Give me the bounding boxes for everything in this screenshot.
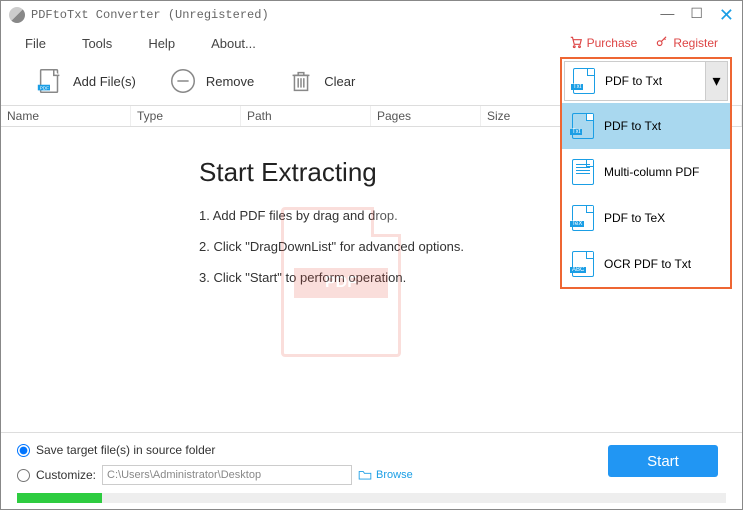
add-files-button[interactable]: PDF Add File(s)	[21, 62, 150, 100]
titlebar: PDFtoTxt Converter (Unregistered) — ☐ ✕	[1, 1, 742, 29]
dropdown-item-ocr[interactable]: ABC OCR PDF to Txt	[562, 241, 730, 287]
minimize-button[interactable]: —	[660, 5, 674, 26]
menu-help[interactable]: Help	[148, 36, 175, 51]
start-button[interactable]: Start	[608, 445, 718, 477]
radio-customize[interactable]	[17, 469, 30, 482]
window-title: PDFtoTxt Converter (Unregistered)	[31, 8, 660, 22]
file-icon: TeX	[572, 205, 594, 231]
menu-file[interactable]: File	[25, 36, 46, 51]
clear-button[interactable]: Clear	[272, 62, 369, 100]
dropdown-item-multicolumn[interactable]: Multi-column PDF	[562, 149, 730, 195]
dropdown-selected[interactable]: Txt PDF to Txt ▾	[564, 61, 728, 101]
conversion-dropdown: Txt PDF to Txt ▾ Txt PDF to Txt Multi-co…	[560, 57, 732, 289]
path-input[interactable]	[102, 465, 352, 485]
footer: Save target file(s) in source folder Cus…	[1, 432, 742, 509]
file-icon: Txt	[573, 68, 595, 94]
purchase-link[interactable]: Purchase	[569, 35, 638, 52]
trash-icon	[286, 66, 316, 96]
col-pages[interactable]: Pages	[371, 106, 481, 126]
menu-about[interactable]: About...	[211, 36, 256, 51]
register-link[interactable]: Register	[655, 35, 718, 52]
col-path[interactable]: Path	[241, 106, 371, 126]
col-name[interactable]: Name	[1, 106, 131, 126]
label-customize: Customize:	[36, 468, 96, 482]
app-logo-icon	[9, 7, 25, 23]
maximize-button[interactable]: ☐	[690, 5, 703, 26]
menubar: File Tools Help About... Purchase Regist…	[1, 29, 742, 57]
file-icon: ABC	[572, 251, 594, 277]
key-icon	[655, 35, 669, 52]
dropdown-item-pdf-to-txt[interactable]: Txt PDF to Txt	[562, 103, 730, 149]
radio-source-folder[interactable]	[17, 444, 30, 457]
col-type[interactable]: Type	[131, 106, 241, 126]
pdf-watermark-icon: PDF	[281, 207, 401, 357]
label-source-folder: Save target file(s) in source folder	[36, 443, 215, 457]
folder-icon	[358, 469, 372, 481]
dropdown-list: Txt PDF to Txt Multi-column PDF TeX PDF …	[562, 103, 730, 287]
file-icon: Txt	[572, 113, 594, 139]
browse-button[interactable]: Browse	[358, 469, 413, 481]
close-button[interactable]: ✕	[719, 5, 734, 26]
menu-tools[interactable]: Tools	[82, 36, 112, 51]
progress-bar	[17, 493, 726, 503]
chevron-down-icon[interactable]: ▾	[705, 62, 727, 100]
remove-icon	[168, 66, 198, 96]
add-file-icon: PDF	[35, 66, 65, 96]
cart-icon	[569, 35, 583, 52]
svg-text:PDF: PDF	[40, 85, 49, 90]
remove-button[interactable]: Remove	[154, 62, 268, 100]
file-icon	[572, 159, 594, 185]
dropdown-item-pdf-to-tex[interactable]: TeX PDF to TeX	[562, 195, 730, 241]
